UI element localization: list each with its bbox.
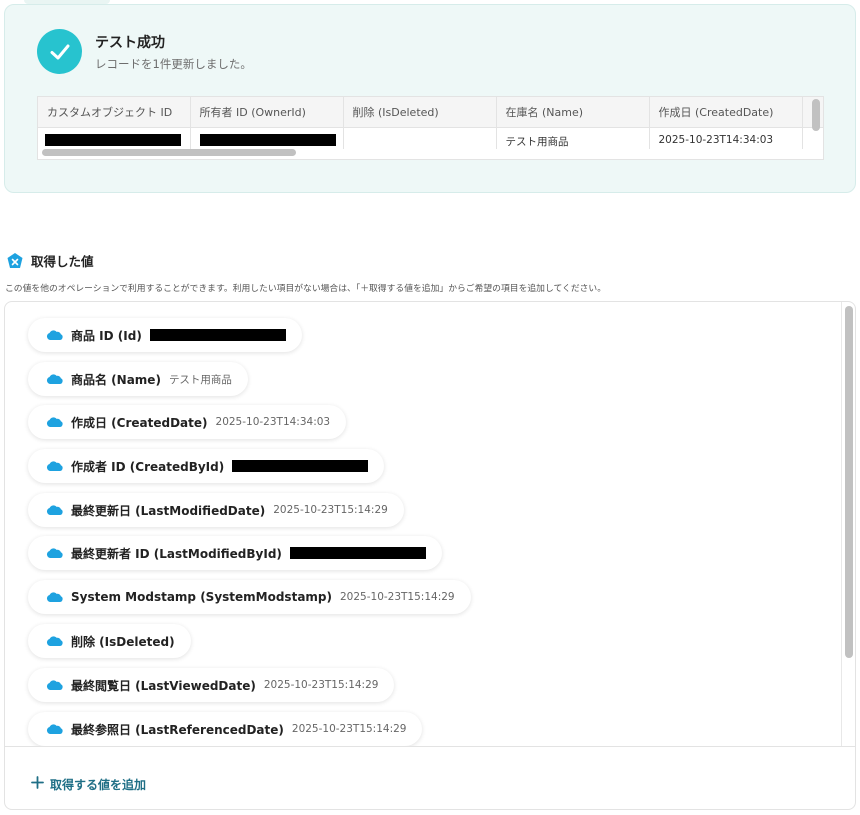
salesforce-cloud-icon — [46, 330, 63, 340]
plus-icon — [31, 776, 44, 793]
salesforce-cloud-icon — [46, 548, 63, 558]
records-table-container[interactable]: カスタムオブジェクト ID 所有者 ID (OwnerId) 削除 (IsDel… — [37, 96, 824, 160]
values-panel: 商品 ID (Id) 商品名 (Name) テスト用商品 作成日 (Create… — [4, 301, 856, 810]
value-chip[interactable]: 作成者 ID (CreatedById) — [28, 449, 385, 483]
table-cell — [343, 127, 497, 149]
salesforce-cloud-icon — [46, 417, 63, 427]
redacted-value — [289, 547, 426, 559]
value-text: 2025-10-23T15:14:29 — [340, 591, 455, 603]
values-description: この値を他のオペレーションで利用することができます。利用したい項目がない場合は、… — [5, 284, 607, 294]
success-title: テスト成功 — [95, 35, 165, 51]
salesforce-cloud-icon — [46, 636, 63, 646]
records-table: カスタムオブジェクト ID 所有者 ID (OwnerId) 削除 (IsDel… — [38, 97, 823, 149]
value-label: 最終更新日 (LastModifiedDate) — [71, 503, 266, 518]
test-success-card: テスト成功 レコードを1件更新しました。 カスタムオブジェクト ID 所有者 I… — [4, 4, 856, 193]
table-horizontal-scrollbar[interactable] — [42, 149, 296, 156]
table-cell — [190, 127, 344, 149]
value-chip[interactable]: 商品名 (Name) テスト用商品 — [28, 362, 248, 396]
variable-badge-icon — [6, 252, 24, 270]
value-label: 商品 ID (Id) — [71, 328, 142, 343]
table-vertical-scrollbar-track[interactable] — [810, 99, 822, 155]
add-value-label: 取得する値を追加 — [50, 778, 147, 792]
value-label: System Modstamp (SystemModstamp) — [71, 590, 332, 604]
divider — [5, 746, 855, 747]
add-value-button[interactable]: 取得する値を追加 — [31, 776, 146, 793]
column-header: 削除 (IsDeleted) — [343, 97, 497, 128]
value-chip[interactable]: 削除 (IsDeleted) — [28, 624, 191, 658]
value-label: 商品名 (Name) — [71, 372, 161, 387]
salesforce-cloud-icon — [46, 724, 63, 734]
column-header: 所有者 ID (OwnerId) — [190, 97, 344, 128]
salesforce-cloud-icon — [46, 461, 63, 471]
salesforce-cloud-icon — [46, 592, 63, 602]
value-label: 最終更新者 ID (LastModifiedById) — [71, 546, 282, 561]
value-text: 2025-10-23T15:14:29 — [263, 679, 379, 691]
salesforce-cloud-icon — [46, 505, 63, 515]
values-scrollbar[interactable] — [845, 306, 853, 658]
column-header: 在庫名 (Name) — [496, 97, 650, 128]
value-chip[interactable]: 商品 ID (Id) — [28, 318, 302, 352]
value-text: 2025-10-23T15:14:29 — [291, 723, 407, 735]
table-vertical-scrollbar[interactable] — [812, 99, 820, 131]
value-chip[interactable]: 最終参照日 (LastReferencedDate) 2025-10-23T15… — [28, 712, 423, 746]
redacted-value — [199, 133, 336, 146]
value-label: 最終参照日 (LastReferencedDate) — [71, 722, 284, 737]
redacted-value — [149, 329, 286, 341]
value-chip[interactable]: 最終閲覧日 (LastViewedDate) 2025-10-23T15:14:… — [28, 668, 395, 702]
check-icon — [37, 29, 82, 74]
value-chip[interactable]: 最終更新日 (LastModifiedDate) 2025-10-23T15:1… — [28, 493, 404, 527]
values-title: 取得した値 — [31, 254, 94, 269]
value-label: 作成者 ID (CreatedById) — [71, 459, 225, 474]
table-cell — [38, 127, 191, 149]
value-chip[interactable]: 作成日 (CreatedDate) 2025-10-23T14:34:03 — [28, 405, 347, 439]
column-header: カスタムオブジェクト ID — [38, 97, 191, 128]
value-text: 2025-10-23T14:34:03 — [215, 416, 331, 428]
value-label: 作成日 (CreatedDate) — [71, 415, 208, 430]
table-row: テスト用商品 2025-10-23T14:34:03 — [38, 127, 823, 149]
value-text: テスト用商品 — [168, 373, 232, 386]
value-label: 最終閲覧日 (LastViewedDate) — [71, 678, 256, 693]
success-subtitle: レコードを1件更新しました。 — [95, 57, 252, 71]
table-cell: テスト用商品 — [496, 127, 650, 149]
values-section-header: 取得した値 — [6, 251, 94, 270]
column-header: 作成日 (CreatedDate) — [649, 97, 803, 128]
value-text: 2025-10-23T15:14:29 — [273, 504, 388, 516]
redacted-value — [45, 133, 181, 146]
value-chip[interactable]: 最終更新者 ID (LastModifiedById) — [28, 536, 442, 570]
redacted-value — [232, 460, 369, 472]
value-chip[interactable]: System Modstamp (SystemModstamp) 2025-10… — [28, 580, 471, 614]
salesforce-cloud-icon — [46, 680, 63, 690]
table-cell: 2025-10-23T14:34:03 — [649, 127, 803, 149]
salesforce-cloud-icon — [46, 374, 63, 384]
value-label: 削除 (IsDeleted) — [71, 634, 175, 649]
values-list[interactable]: 商品 ID (Id) 商品名 (Name) テスト用商品 作成日 (Create… — [5, 302, 841, 746]
values-scrollbar-track[interactable] — [841, 302, 855, 746]
